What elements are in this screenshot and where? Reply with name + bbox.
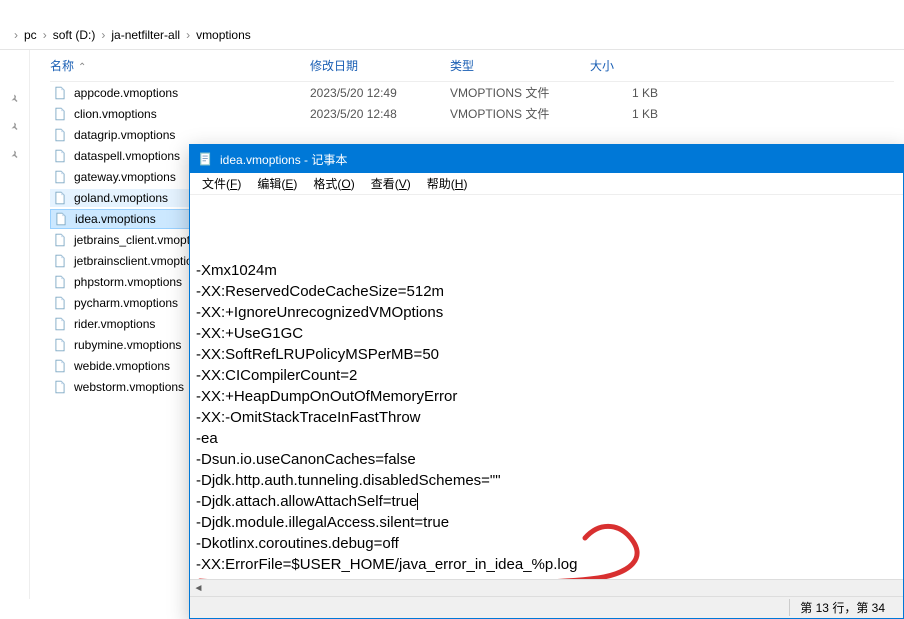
file-name: jetbrainsclient.vmoptions bbox=[74, 254, 205, 268]
file-icon bbox=[52, 379, 68, 395]
scroll-left-icon[interactable]: ◄ bbox=[190, 580, 207, 597]
notepad-menubar[interactable]: 文件(F) 编辑(E) 格式(O) 查看(V) 帮助(H) bbox=[190, 173, 903, 195]
file-icon bbox=[52, 337, 68, 353]
file-icon bbox=[52, 85, 68, 101]
file-icon bbox=[52, 316, 68, 332]
file-icon bbox=[52, 253, 68, 269]
breadcrumb-item[interactable]: vmoptions bbox=[196, 28, 251, 42]
file-name: rider.vmoptions bbox=[74, 317, 155, 331]
breadcrumb-item[interactable]: soft (D:) bbox=[53, 28, 96, 42]
menu-help[interactable]: 帮助(H) bbox=[419, 173, 476, 194]
file-name: goland.vmoptions bbox=[74, 191, 168, 205]
file-icon bbox=[52, 358, 68, 374]
file-name: webide.vmoptions bbox=[74, 359, 170, 373]
notepad-statusbar: 第 13 行，第 34 bbox=[190, 596, 903, 618]
column-header-name[interactable]: 名称 bbox=[50, 59, 74, 73]
menu-file[interactable]: 文件(F) bbox=[194, 173, 249, 194]
file-icon bbox=[52, 190, 68, 206]
file-name: appcode.vmoptions bbox=[74, 86, 178, 100]
file-name: dataspell.vmoptions bbox=[74, 149, 180, 163]
menu-edit[interactable]: 编辑(E) bbox=[249, 173, 305, 194]
text-line: -XX:ErrorFile=$USER_HOME/java_error_in_i… bbox=[196, 554, 897, 575]
notepad-window[interactable]: idea.vmoptions - 记事本 文件(F) 编辑(E) 格式(O) 查… bbox=[189, 144, 904, 619]
file-date: 2023/5/20 12:49 bbox=[310, 86, 450, 100]
menu-view[interactable]: 查看(V) bbox=[363, 173, 419, 194]
menu-format[interactable]: 格式(O) bbox=[305, 173, 362, 194]
notepad-textarea[interactable]: -Xmx1024m-XX:ReservedCodeCacheSize=512m-… bbox=[190, 195, 903, 579]
pin-icon bbox=[7, 92, 23, 108]
text-line: -XX:+IgnoreUnrecognizedVMOptions bbox=[196, 302, 897, 323]
file-name: phpstorm.vmoptions bbox=[74, 275, 182, 289]
sort-arrow-icon: ⌃ bbox=[78, 62, 86, 73]
pin-icon bbox=[7, 120, 23, 136]
file-size: 1 KB bbox=[590, 107, 670, 121]
status-position: 第 13 行，第 34 bbox=[789, 599, 895, 616]
horizontal-scrollbar[interactable]: ◄ bbox=[190, 579, 903, 596]
text-line: -XX:+UseG1GC bbox=[196, 323, 897, 344]
file-icon bbox=[52, 169, 68, 185]
file-row[interactable]: appcode.vmoptions 2023/5/20 12:49VMOPTION… bbox=[50, 82, 894, 103]
file-name: rubymine.vmoptions bbox=[74, 338, 181, 352]
file-name: gateway.vmoptions bbox=[74, 170, 176, 184]
file-icon bbox=[52, 106, 68, 122]
text-line: -Dkotlinx.coroutines.debug=off bbox=[196, 533, 897, 554]
file-icon bbox=[52, 127, 68, 143]
column-header-date[interactable]: 修改日期 bbox=[310, 59, 358, 73]
breadcrumb-item[interactable]: ja-netfilter-all bbox=[111, 28, 180, 42]
text-line: -XX:SoftRefLRUPolicyMSPerMB=50 bbox=[196, 344, 897, 365]
file-name: webstorm.vmoptions bbox=[74, 380, 184, 394]
text-line: -Djdk.http.auth.tunneling.disabledScheme… bbox=[196, 470, 897, 491]
text-line: -XX:-OmitStackTraceInFastThrow bbox=[196, 407, 897, 428]
file-icon bbox=[53, 211, 69, 227]
file-icon bbox=[52, 232, 68, 248]
text-line: -Dsun.io.useCanonCaches=false bbox=[196, 449, 897, 470]
file-icon bbox=[52, 274, 68, 290]
file-name: idea.vmoptions bbox=[75, 212, 156, 226]
text-line: -XX:+HeapDumpOnOutOfMemoryError bbox=[196, 386, 897, 407]
file-type: VMOPTIONS 文件 bbox=[450, 105, 590, 122]
breadcrumb-sep: › bbox=[101, 28, 105, 42]
column-header-size[interactable]: 大小 bbox=[590, 59, 614, 73]
file-name: datagrip.vmoptions bbox=[74, 128, 175, 142]
file-name: pycharm.vmoptions bbox=[74, 296, 178, 310]
file-icon bbox=[52, 295, 68, 311]
file-row[interactable]: clion.vmoptions 2023/5/20 12:48VMOPTIONS … bbox=[50, 103, 894, 124]
column-headers[interactable]: 名称 ⌃ 修改日期 类型 大小 bbox=[50, 50, 894, 82]
text-line: -XX:ReservedCodeCacheSize=512m bbox=[196, 281, 897, 302]
file-name: clion.vmoptions bbox=[74, 107, 157, 121]
breadcrumb-sep: › bbox=[186, 28, 190, 42]
text-line: -Djdk.module.illegalAccess.silent=true bbox=[196, 512, 897, 533]
text-line: -XX:HeapDumpPath=$USER_HOME/java_error_i… bbox=[196, 575, 897, 579]
text-line: -Djdk.attach.allowAttachSelf=true bbox=[196, 491, 897, 512]
column-header-type[interactable]: 类型 bbox=[450, 59, 474, 73]
pin-icon bbox=[7, 148, 23, 164]
breadcrumb-sep: › bbox=[14, 28, 18, 42]
text-caret bbox=[417, 493, 418, 510]
file-icon bbox=[52, 148, 68, 164]
text-line: -Xmx1024m bbox=[196, 260, 897, 281]
notepad-title: idea.vmoptions - 记事本 bbox=[220, 151, 347, 168]
file-date: 2023/5/20 12:48 bbox=[310, 107, 450, 121]
notepad-titlebar[interactable]: idea.vmoptions - 记事本 bbox=[190, 145, 903, 173]
breadcrumb-sep: › bbox=[43, 28, 47, 42]
quick-access-sidebar bbox=[0, 50, 30, 599]
breadcrumb-item[interactable]: pc bbox=[24, 28, 37, 42]
file-row[interactable]: datagrip.vmoptions bbox=[50, 124, 894, 145]
text-line: -ea bbox=[196, 428, 897, 449]
file-size: 1 KB bbox=[590, 86, 670, 100]
breadcrumb[interactable]: › pc › soft (D:) › ja-netfilter-all › vm… bbox=[0, 20, 904, 50]
notepad-icon bbox=[198, 151, 214, 167]
text-line: -XX:CICompilerCount=2 bbox=[196, 365, 897, 386]
file-type: VMOPTIONS 文件 bbox=[450, 84, 590, 101]
